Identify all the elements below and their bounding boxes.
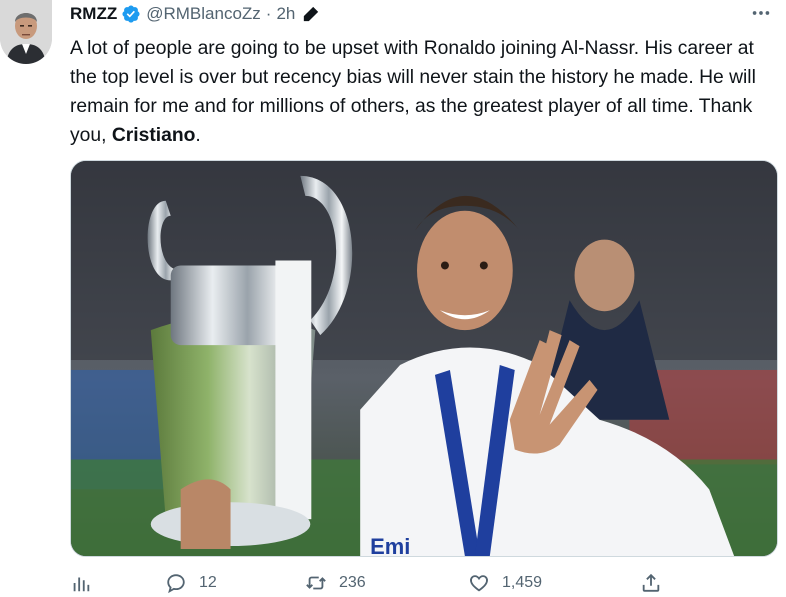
tweet-text-end: . (195, 125, 201, 146)
share-button[interactable] (640, 572, 662, 594)
share-icon (642, 573, 660, 592)
author-name[interactable]: RMZZ (70, 4, 117, 24)
like-count: 1,459 (502, 574, 543, 591)
tweet-text-bold: Cristiano (111, 125, 196, 146)
tweet-photo[interactable]: Emi (70, 160, 778, 557)
analytics-button[interactable] (70, 572, 92, 594)
reply-count: 12 (199, 574, 217, 591)
retweet-button[interactable]: 236 (305, 572, 366, 594)
svg-text:Emi: Emi (370, 534, 410, 556)
reply-icon (167, 574, 185, 594)
avatar-image (0, 0, 52, 64)
author-handle[interactable]: @RMBlancoZz (146, 4, 261, 24)
analytics-icon (73, 577, 90, 592)
avatar[interactable] (0, 0, 52, 64)
photo-image: Emi (71, 161, 777, 556)
tweet-actions: 12 236 1,459 (70, 572, 710, 594)
verified-badge-icon (121, 4, 141, 24)
more-dots-icon[interactable] (748, 2, 774, 24)
retweet-icon (306, 576, 326, 590)
edit-pencil-icon[interactable] (301, 4, 321, 24)
timestamp[interactable]: 2h (276, 4, 295, 24)
separator-dot: · (265, 4, 272, 23)
like-button[interactable]: 1,459 (468, 572, 542, 594)
tweet-text: A lot of people are going to be upset wi… (70, 34, 778, 150)
retweet-count: 236 (339, 574, 366, 591)
tweet-header: RMZZ @RMBlancoZz · 2h (70, 0, 321, 28)
reply-button[interactable]: 12 (165, 572, 217, 594)
heart-icon (470, 575, 488, 592)
